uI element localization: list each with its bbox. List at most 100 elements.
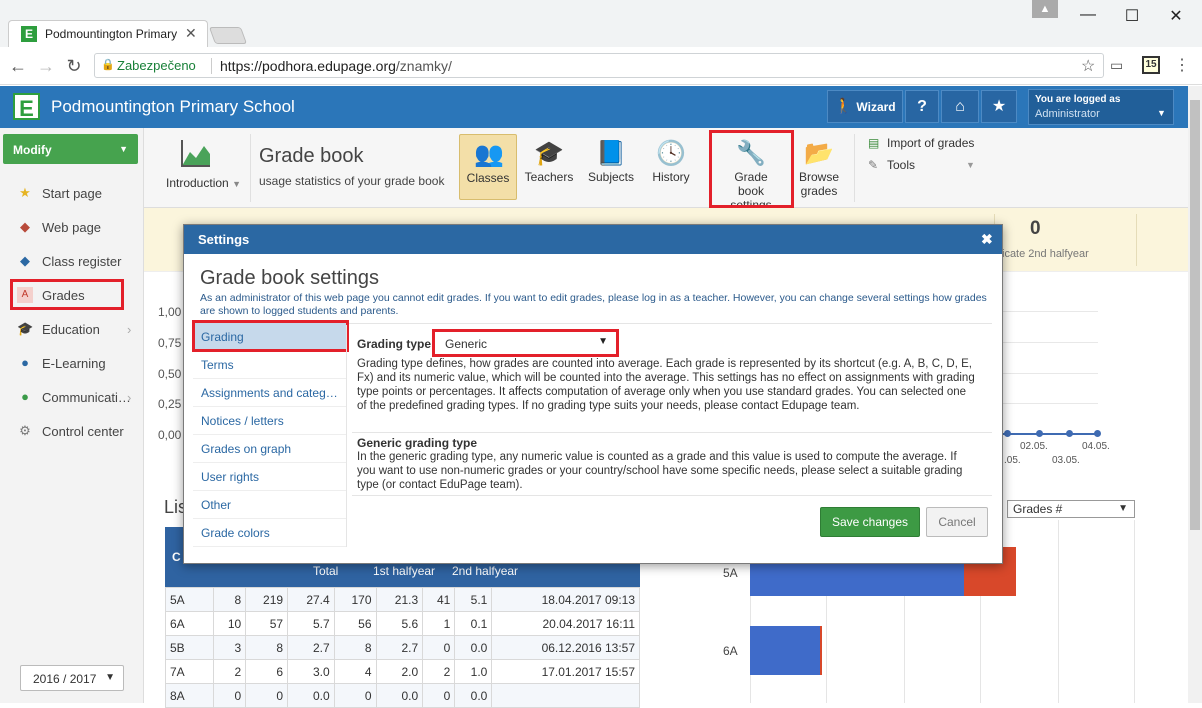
favorites-star-icon[interactable]: ★ bbox=[981, 90, 1017, 123]
dialog-nav-other[interactable]: Other bbox=[193, 491, 346, 519]
table-cell: 5.1 bbox=[454, 587, 493, 612]
chevron-right-icon: › bbox=[127, 390, 132, 405]
sidebar-item-control-center[interactable]: ⚙ Control center bbox=[0, 416, 144, 446]
sidebar-item-start-page[interactable]: ★ Start page bbox=[0, 178, 144, 208]
data-point[interactable] bbox=[1094, 430, 1101, 437]
gb-settings-highlight bbox=[709, 130, 794, 208]
gear-icon: ⚙ bbox=[19, 423, 31, 438]
browse-line1: Browse bbox=[798, 170, 839, 184]
browser-menu-icon[interactable]: ⋮ bbox=[1174, 55, 1190, 75]
school-name[interactable]: Podmountington Primary School bbox=[51, 97, 295, 117]
table-row[interactable]: 6A 10 57 5.7 56 5.6 1 0.1 20.04.2017 16:11 bbox=[165, 611, 640, 636]
column-header-total[interactable]: Total bbox=[313, 564, 338, 578]
table-cell: 219 bbox=[245, 587, 289, 612]
page-scrollbar[interactable] bbox=[1188, 86, 1202, 703]
y-tick: 1,00 bbox=[158, 305, 182, 319]
sidebar-item-label: Control center bbox=[42, 424, 124, 439]
table-row[interactable]: 5B 3 8 2.7 8 2.7 0 0.0 06.12.2016 13:57 bbox=[165, 635, 640, 660]
back-icon[interactable]: ← bbox=[8, 56, 28, 77]
edupage-logo-icon[interactable]: E bbox=[13, 93, 40, 121]
table-row[interactable]: 8A 0 0 0.0 0 0.0 0 0.0 bbox=[165, 683, 640, 708]
secure-label: Zabezpečeno bbox=[117, 58, 196, 73]
divider bbox=[352, 432, 992, 433]
scrollbar-thumb[interactable] bbox=[1190, 100, 1200, 530]
reload-icon[interactable]: ↻ bbox=[64, 56, 84, 77]
table-cell: 57 bbox=[245, 611, 289, 636]
cast-icon[interactable]: ▭ bbox=[1110, 57, 1123, 74]
window-close-icon[interactable]: ✕ bbox=[1166, 6, 1186, 26]
dialog-nav-assignments[interactable]: Assignments and categ… bbox=[193, 379, 346, 407]
y-tick: 0,50 bbox=[158, 367, 182, 381]
grading-type-highlight bbox=[432, 329, 619, 357]
table-cell: 0.1 bbox=[454, 611, 493, 636]
bookmark-star-icon[interactable]: ☆ bbox=[1081, 56, 1095, 76]
table-cell: 10 bbox=[212, 611, 247, 636]
grades-type-select[interactable]: Grades # ▼ bbox=[1007, 500, 1135, 518]
home-icon[interactable]: ⌂ bbox=[941, 90, 979, 123]
sidebar-item-class-register[interactable]: ◆ Class register bbox=[0, 246, 144, 276]
profile-icon[interactable]: ▲ bbox=[1032, 0, 1058, 18]
data-point[interactable] bbox=[1036, 430, 1043, 437]
history-label: History bbox=[652, 170, 690, 184]
classes-button[interactable]: 👥 Classes bbox=[459, 134, 517, 200]
sidebar-item-communication[interactable]: ● Communicati… › bbox=[0, 382, 144, 412]
sidebar-item-e-learning[interactable]: ● E-Learning bbox=[0, 348, 144, 378]
save-changes-button[interactable]: Save changes bbox=[820, 507, 920, 537]
cancel-button[interactable]: Cancel bbox=[926, 507, 988, 537]
column-header-2nd-halfyear[interactable]: 2nd halfyear bbox=[452, 564, 518, 578]
table-row[interactable]: 5A 8 219 27.4 170 21.3 41 5.1 18.04.2017 09:13 bbox=[165, 587, 640, 612]
column-header-1st-halfyear[interactable]: 1st halfyear bbox=[373, 564, 435, 578]
url-host: https://podhora.edupage.org bbox=[220, 58, 396, 74]
school-year-select[interactable]: 2016 / 2017 ▼ bbox=[20, 665, 124, 691]
dialog-nav-grades-on-graph[interactable]: Grades on graph bbox=[193, 435, 346, 463]
x-tick: 02.05. bbox=[1020, 441, 1048, 452]
folder-icon: 📂 bbox=[804, 140, 834, 167]
data-point[interactable] bbox=[1004, 430, 1011, 437]
teachers-button[interactable]: 🎓 Teachers bbox=[520, 134, 578, 200]
table-row[interactable]: 7A 2 6 3.0 4 2.0 2 1.0 17.01.2017 15:57 bbox=[165, 659, 640, 684]
modify-button[interactable]: Modify ▼ bbox=[3, 134, 138, 164]
table-cell: 1 bbox=[422, 611, 456, 636]
url-input[interactable]: 🔒 Zabezpečeno https://podhora.edupage.or… bbox=[94, 53, 1104, 78]
import-of-grades-link[interactable]: Import of grades bbox=[887, 136, 974, 150]
dialog-nav-user-rights[interactable]: User rights bbox=[193, 463, 346, 491]
table-cell: 3 bbox=[212, 635, 247, 660]
dialog-nav-notices[interactable]: Notices / letters bbox=[193, 407, 346, 435]
dialog-close-icon[interactable]: ✖ bbox=[981, 231, 993, 248]
browser-tab[interactable]: E Podmountington Primary ✕ bbox=[8, 20, 208, 47]
table-cell: 0 bbox=[333, 683, 377, 708]
dialog-nav-grade-colors[interactable]: Grade colors bbox=[193, 519, 346, 547]
table-cell: 18.04.2017 09:13 bbox=[491, 587, 640, 612]
tools-menu[interactable]: Tools bbox=[887, 158, 915, 172]
sidebar-item-web-page[interactable]: ◆ Web page bbox=[0, 212, 144, 242]
stat-label: icate 2nd halfyear bbox=[1002, 248, 1089, 260]
introduction-menu[interactable]: Introduction ▼ bbox=[166, 176, 241, 190]
help-button[interactable]: ? bbox=[905, 90, 939, 123]
tools-icon: ✎ bbox=[868, 158, 879, 172]
forward-icon[interactable]: → bbox=[36, 56, 56, 77]
table-cell: 170 bbox=[333, 587, 377, 612]
history-button[interactable]: 🕓 History bbox=[642, 134, 700, 200]
new-tab-button[interactable] bbox=[208, 27, 248, 44]
lock-icon: 🔒 bbox=[101, 59, 115, 71]
table-cell: 0.0 bbox=[375, 683, 424, 708]
subjects-label: Subjects bbox=[587, 170, 635, 184]
bar-6a-1st-halfyear[interactable] bbox=[750, 626, 820, 675]
table-cell: 0 bbox=[245, 683, 289, 708]
grades-select-value: Grades # bbox=[1013, 502, 1063, 516]
user-menu[interactable]: You are logged as Administrator ▼ bbox=[1028, 89, 1174, 125]
subjects-button[interactable]: 📘 Subjects bbox=[582, 134, 640, 200]
table-cell: 7A bbox=[165, 659, 214, 684]
data-point[interactable] bbox=[1066, 430, 1073, 437]
bar-6a-2nd-halfyear[interactable] bbox=[820, 626, 822, 675]
tab-close-icon[interactable]: ✕ bbox=[185, 25, 197, 42]
wizard-button[interactable]: 🚶 Wizard bbox=[827, 90, 903, 123]
dialog-nav-terms[interactable]: Terms bbox=[193, 351, 346, 379]
minimize-icon[interactable]: — bbox=[1078, 6, 1098, 24]
calendar-extension-icon[interactable]: 15 bbox=[1142, 56, 1160, 74]
maximize-icon[interactable]: ☐ bbox=[1122, 6, 1142, 26]
table-cell: 6A bbox=[165, 611, 214, 636]
browse-grades-button[interactable]: 📂 Browse grades bbox=[790, 134, 848, 200]
x-tick: .05. bbox=[1004, 455, 1021, 466]
sidebar-item-education[interactable]: 🎓 Education › bbox=[0, 314, 144, 344]
